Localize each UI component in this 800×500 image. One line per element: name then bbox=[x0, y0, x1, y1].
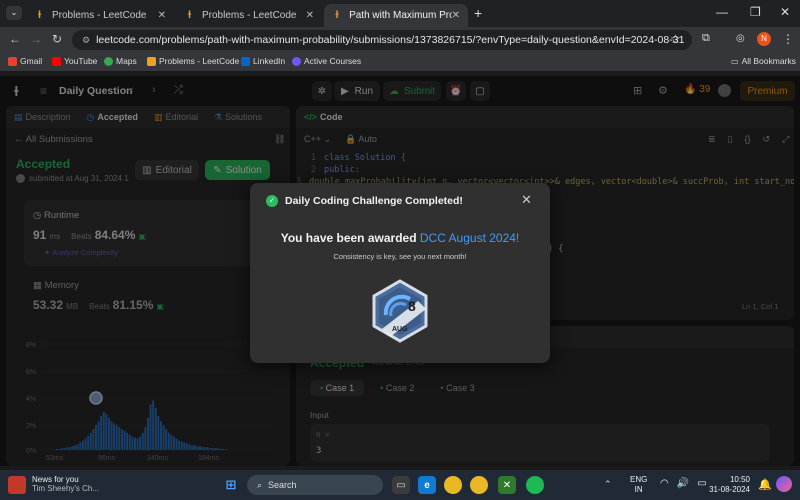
battery-icon: ▭ bbox=[697, 478, 707, 489]
browser-menu-icon[interactable]: ⋮ bbox=[782, 32, 794, 46]
tab-title: Problems - LeetCode bbox=[52, 10, 147, 21]
time: 10:50 bbox=[729, 475, 750, 484]
linkedin-icon bbox=[241, 56, 250, 66]
bookmark-star-icon[interactable]: ☆ bbox=[670, 32, 681, 46]
tab-title: Problems - LeetCode bbox=[202, 10, 297, 21]
bookmark-gmail[interactable]: Gmail bbox=[8, 56, 42, 66]
bookmark-label: Maps bbox=[116, 56, 137, 66]
tray-overflow-icon[interactable]: ⌃ bbox=[604, 479, 612, 490]
youtube-icon bbox=[52, 56, 61, 66]
close-tab-icon[interactable]: ✕ bbox=[306, 10, 314, 21]
profile-avatar[interactable]: N bbox=[757, 32, 771, 46]
back-icon[interactable]: ← bbox=[9, 32, 21, 46]
close-tab-icon[interactable]: ✕ bbox=[158, 10, 166, 21]
tab-title: Path with Maximum Probability bbox=[349, 10, 452, 21]
bookmark-label: LinkedIn bbox=[253, 56, 286, 66]
bookmark-label: YouTube bbox=[64, 56, 98, 66]
region-code: IN bbox=[634, 485, 643, 494]
bookmark-label: All Bookmarks bbox=[741, 56, 796, 66]
news-subtitle: Tim Sheehy's Ch... bbox=[32, 484, 100, 493]
spotify-icon[interactable] bbox=[526, 476, 544, 494]
leetcode-favicon-icon: ɫ bbox=[335, 10, 339, 21]
close-window-icon[interactable]: ✕ bbox=[780, 5, 790, 19]
news-widget-icon[interactable] bbox=[8, 476, 26, 494]
chrome-profile-icon[interactable] bbox=[470, 476, 488, 494]
notifications-icon[interactable]: 🔔 bbox=[758, 478, 772, 491]
bookmark-leetcode[interactable]: Problems - LeetCode bbox=[147, 56, 239, 66]
dcc-completed-modal: ✓ Daily Coding Challenge Completed! ✕ Yo… bbox=[250, 183, 550, 363]
system-tray[interactable]: ◠ 🔊 ▭ bbox=[660, 478, 707, 489]
folder-icon: ▭ bbox=[731, 56, 739, 66]
restore-icon[interactable]: ❐ bbox=[750, 5, 761, 19]
award-name: DCC August 2024! bbox=[419, 231, 520, 245]
badge-number: 8 bbox=[408, 298, 416, 314]
extensions-icon[interactable]: ⧉ bbox=[702, 32, 710, 45]
dcc-badge: 8 AUG bbox=[372, 279, 428, 343]
tab-problems-2[interactable]: ɫ Problems - LeetCode ✕ bbox=[176, 4, 322, 27]
all-bookmarks[interactable]: ▭ All Bookmarks bbox=[731, 56, 796, 66]
input-language[interactable]: ENG IN bbox=[630, 475, 647, 495]
bookmark-label: Problems - LeetCode bbox=[159, 56, 240, 66]
edge-icon[interactable]: e bbox=[418, 476, 436, 494]
wifi-icon: ◠ bbox=[660, 478, 669, 489]
close-modal-icon[interactable]: ✕ bbox=[521, 192, 532, 208]
leetcode-favicon-icon: ɫ bbox=[187, 10, 192, 21]
bookmark-maps[interactable]: Maps bbox=[104, 56, 137, 66]
search-label: Search bbox=[268, 480, 297, 490]
leetcode-icon bbox=[147, 56, 156, 66]
volume-icon: 🔊 bbox=[676, 478, 690, 489]
copilot-icon[interactable] bbox=[776, 476, 792, 492]
news-widget[interactable]: News for you Tim Sheehy's Ch... bbox=[32, 475, 99, 493]
news-title: News for you bbox=[32, 475, 79, 484]
close-tab-icon[interactable]: ✕ bbox=[452, 10, 460, 21]
leetcode-favicon-icon: ɫ bbox=[37, 10, 42, 21]
search-icon: ⌕ bbox=[257, 479, 263, 490]
maps-icon bbox=[104, 56, 113, 66]
date: 31-08-2024 bbox=[709, 485, 750, 494]
minimize-icon[interactable]: — bbox=[716, 5, 728, 19]
xbox-icon[interactable]: ✕ bbox=[498, 476, 516, 494]
address-bar[interactable]: ⚙ leetcode.com/problems/path-with-maximu… bbox=[72, 30, 692, 50]
task-view-icon[interactable]: ▭ bbox=[392, 476, 410, 494]
windows-start-icon[interactable]: ⊞ bbox=[222, 476, 240, 494]
language-code: ENG bbox=[630, 475, 648, 484]
clock[interactable]: 10:50 31-08-2024 bbox=[708, 475, 750, 495]
check-circle-icon: ✓ bbox=[266, 195, 278, 207]
browser-tab-bar: ⌄ ɫ Problems - LeetCode ✕ ɫ Problems - L… bbox=[0, 0, 800, 27]
chrome-icon[interactable] bbox=[444, 476, 462, 494]
taskbar-search[interactable]: ⌕ Search bbox=[247, 475, 383, 495]
url-text: leetcode.com/problems/path-with-maximum-… bbox=[96, 34, 685, 46]
tab-problems-1[interactable]: ɫ Problems - LeetCode ✕ bbox=[26, 4, 174, 27]
new-tab-icon[interactable]: + bbox=[474, 5, 482, 21]
tab-search-icon[interactable]: ⌄ bbox=[6, 6, 22, 20]
tab-path-max-probability[interactable]: ɫ Path with Maximum Probability ✕ bbox=[324, 4, 468, 27]
bookmarks-bar: Gmail YouTube Maps Problems - LeetCode L… bbox=[0, 53, 800, 71]
bookmark-active-courses[interactable]: Active Courses bbox=[292, 56, 361, 66]
gmail-icon bbox=[8, 56, 17, 66]
bookmark-youtube[interactable]: YouTube bbox=[52, 56, 97, 66]
badge-month: AUG bbox=[392, 326, 408, 333]
awarded-prefix: You have been awarded bbox=[280, 231, 417, 245]
site-info-icon[interactable]: ⚙ bbox=[82, 35, 90, 46]
bookmark-label: Active Courses bbox=[304, 56, 362, 66]
modal-title: Daily Coding Challenge Completed! bbox=[285, 195, 463, 207]
windows-taskbar: News for you Tim Sheehy's Ch... ⊞ ⌕ Sear… bbox=[0, 470, 800, 500]
bookmark-label: Gmail bbox=[20, 56, 43, 66]
sync-icon[interactable]: ◎ bbox=[736, 33, 745, 44]
forward-icon[interactable]: → bbox=[30, 32, 42, 46]
browser-toolbar: ← → ↻ ⚙ leetcode.com/problems/path-with-… bbox=[0, 27, 800, 53]
award-message: You have been awarded DCC August 2024! bbox=[250, 231, 550, 245]
courses-icon bbox=[292, 56, 301, 66]
modal-subtitle: Consistency is key, see you next month! bbox=[333, 252, 467, 261]
bookmark-linkedin[interactable]: LinkedIn bbox=[241, 56, 285, 66]
reload-icon[interactable]: ↻ bbox=[52, 32, 62, 46]
